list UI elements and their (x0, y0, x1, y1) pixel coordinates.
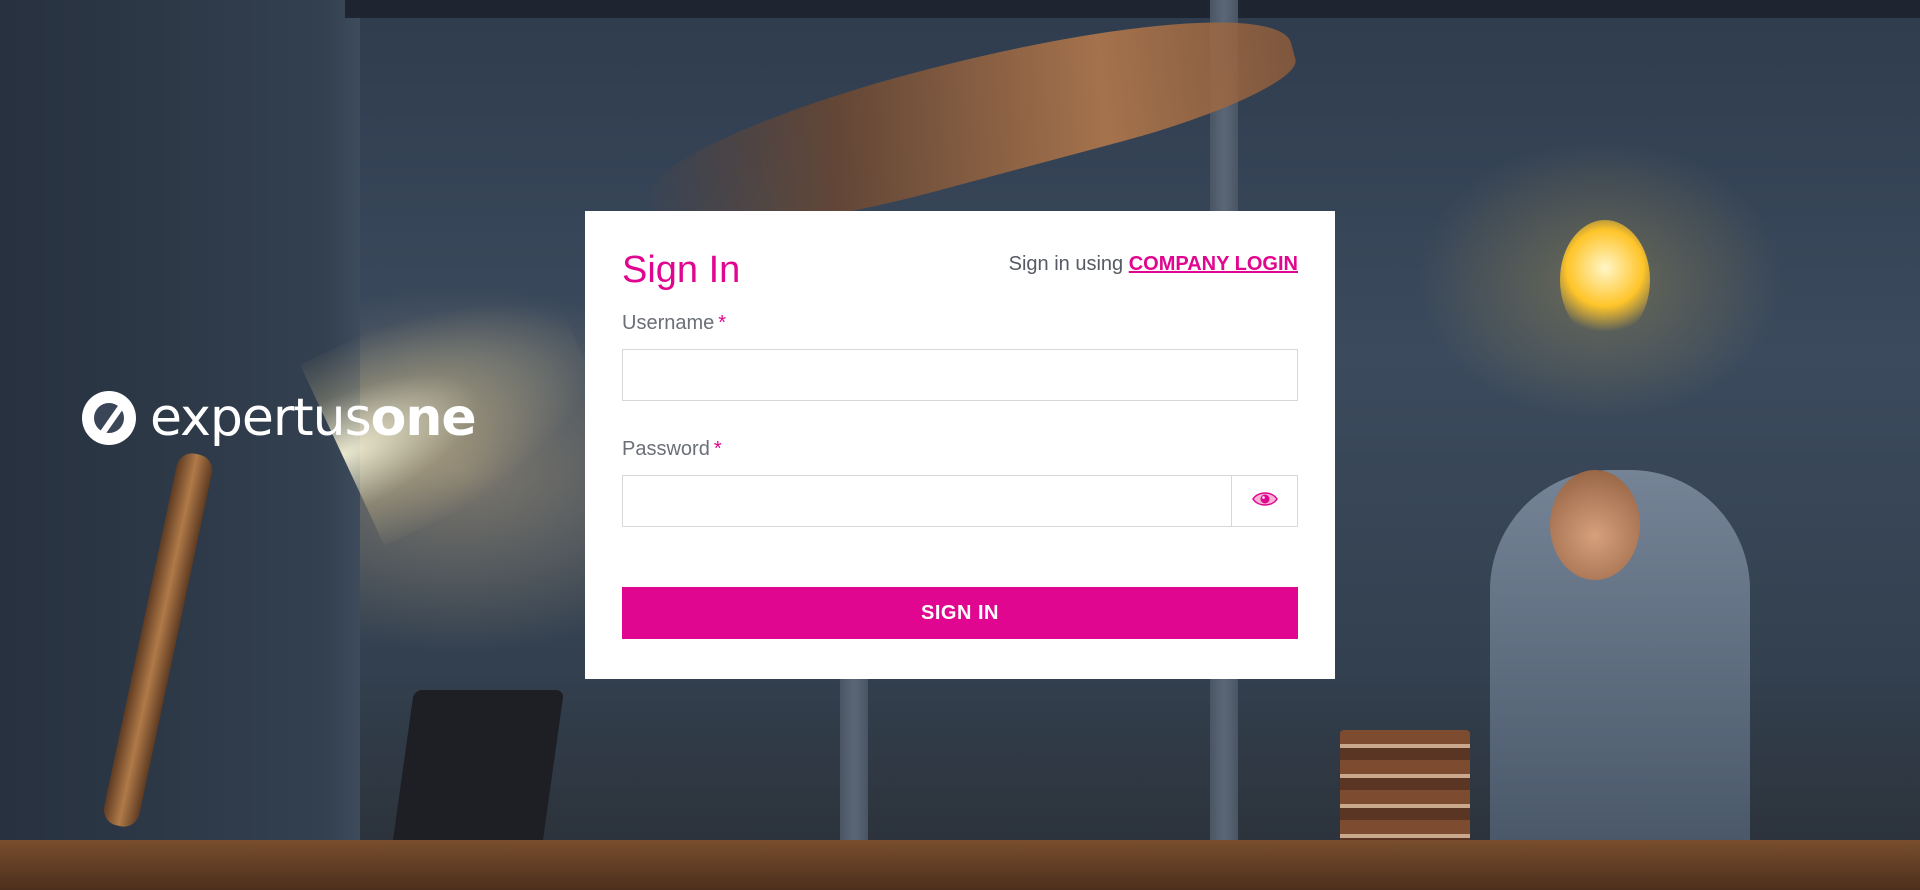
brand-logo: expertusone (82, 388, 477, 448)
background-lightbulb (1560, 220, 1650, 340)
required-marker: * (713, 438, 722, 460)
logo-text-light: expertus (150, 388, 372, 448)
company-login-link[interactable]: COMPANY LOGIN (1129, 253, 1298, 275)
background-books (1340, 730, 1470, 850)
show-password-toggle[interactable] (1231, 476, 1297, 526)
logo-text-bold: one (370, 388, 477, 448)
background-desk (0, 840, 1920, 890)
logo-mark-icon (82, 391, 136, 445)
password-input[interactable] (623, 476, 1231, 526)
page-title: Sign In (622, 249, 741, 291)
background-window-frame (345, 0, 1920, 18)
card-header: Sign In Sign in using COMPANY LOGIN (622, 247, 1298, 295)
sign-in-button[interactable]: SIGN IN (622, 587, 1298, 639)
username-label-text: Username (622, 312, 715, 334)
background-person-head (1550, 470, 1640, 580)
login-page: expertusone Sign In Sign in using COMPAN… (0, 0, 1920, 890)
company-login-text: Sign in using COMPANY LOGIN (1009, 247, 1298, 281)
username-field-wrapper (622, 349, 1298, 401)
logo-wordmark: expertusone (150, 388, 477, 448)
password-label-text: Password (622, 438, 710, 460)
eye-icon (1251, 489, 1279, 514)
password-field-wrapper (622, 475, 1298, 527)
username-label: Username * (622, 309, 1298, 337)
sign-in-card: Sign In Sign in using COMPANY LOGIN User… (585, 211, 1335, 679)
password-label: Password * (622, 435, 1298, 463)
required-marker: * (718, 312, 727, 334)
username-input[interactable] (623, 350, 1297, 400)
company-login-prefix: Sign in using (1008, 253, 1124, 275)
